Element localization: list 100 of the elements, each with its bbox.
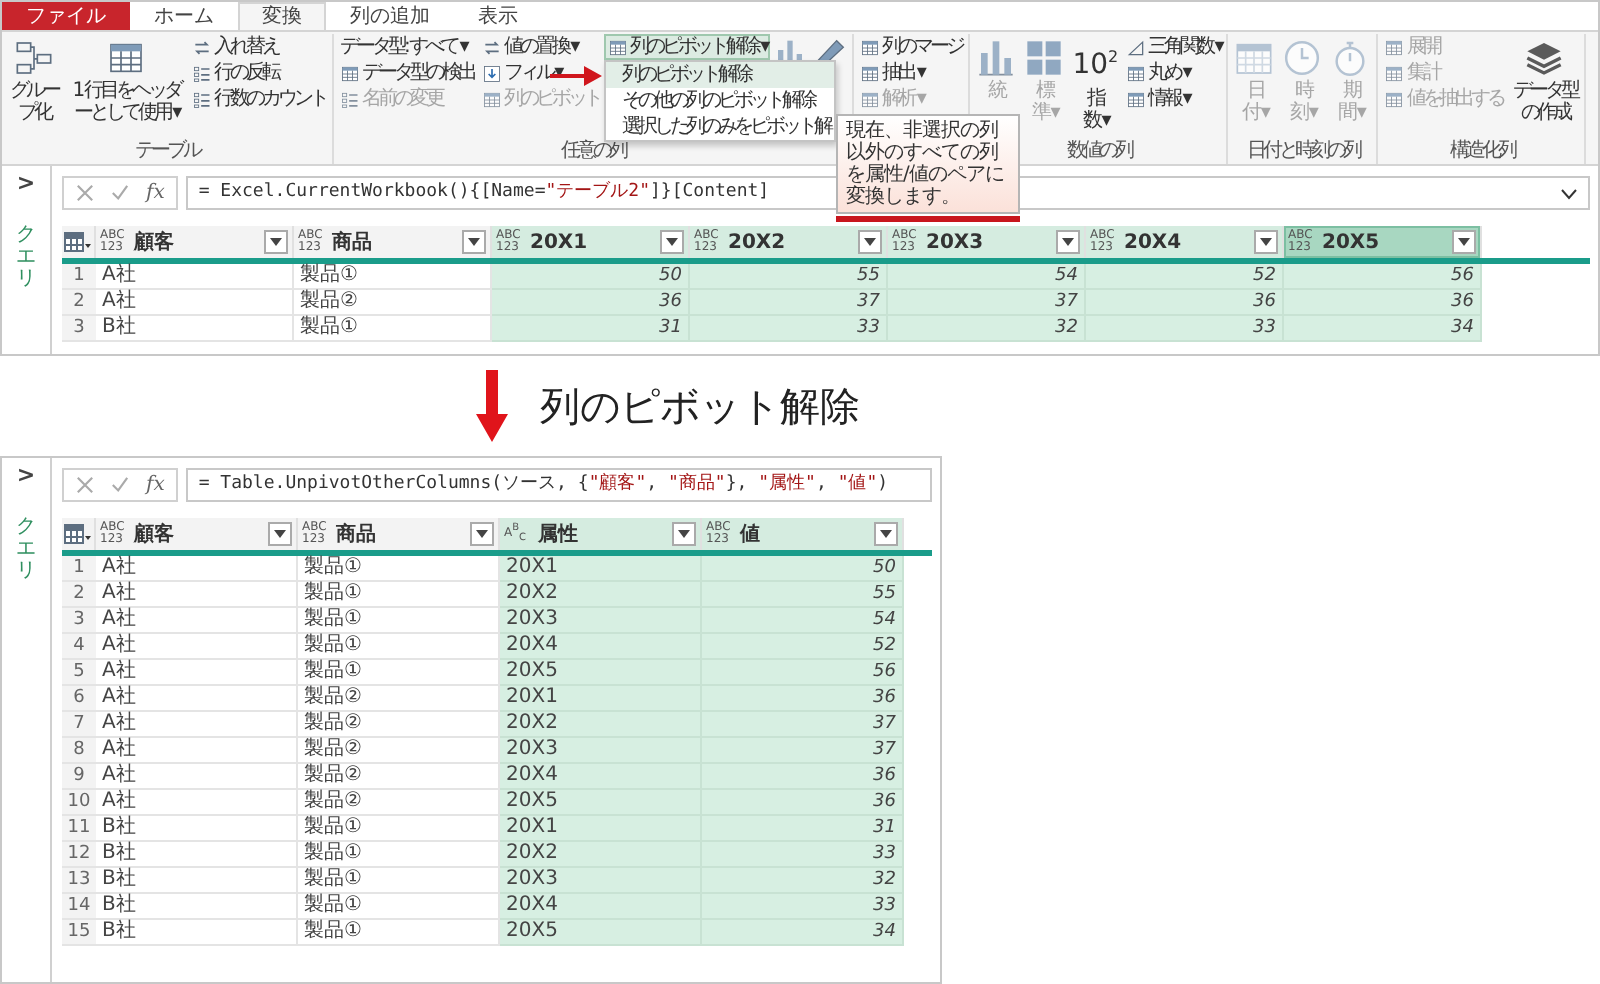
table-cell: 20X5 (500, 660, 702, 686)
filter-button[interactable] (660, 230, 684, 254)
table-cell: 33 (1086, 316, 1284, 342)
filter-button[interactable] (264, 230, 288, 254)
table-cell: 37 (888, 290, 1086, 316)
ribbon-button[interactable]: データ型の検出 (336, 60, 478, 86)
filter-button[interactable] (874, 522, 898, 546)
row-number: 13 (62, 868, 96, 894)
menu-item[interactable]: 列のピボット解除 (606, 62, 834, 88)
table-cell: 20X1 (500, 556, 702, 582)
caret-icon[interactable] (1560, 187, 1578, 199)
queries-pane-label[interactable]: クエリ (16, 224, 36, 290)
ribbon-button[interactable]: 行の反転 (188, 60, 282, 86)
table-cell: 55 (702, 582, 904, 608)
row-number: 3 (62, 316, 96, 342)
ribbon-tab[interactable]: ホーム (130, 2, 238, 30)
ribbon-tab[interactable]: ファイル (2, 2, 130, 30)
filter-button[interactable] (268, 522, 292, 546)
table-cell: 56 (1284, 264, 1482, 290)
ribbon-button[interactable]: 1 行目をヘッダーとして使用 ▾ (64, 34, 188, 128)
row-number: 4 (62, 634, 96, 660)
menu-item[interactable]: その他の列のピボット解除 (606, 88, 834, 114)
calendar-icon (1234, 38, 1275, 78)
table-cell: 34 (1284, 316, 1482, 342)
ribbon-button[interactable]: 情報 ▾ (1122, 86, 1193, 112)
table-cell: A社 (96, 686, 298, 712)
row-number: 3 (62, 608, 96, 634)
filter-button[interactable] (1452, 230, 1476, 254)
ribbon-button[interactable]: 三角関数 ▾ (1122, 34, 1225, 60)
squares-icon (1024, 38, 1065, 78)
menu-item[interactable]: 選択した列のみをピボット解 (606, 114, 834, 140)
filter-button[interactable] (462, 230, 486, 254)
rows-icon (192, 89, 212, 109)
table-cell: 20X1 (500, 686, 702, 712)
ribbon-tab[interactable]: 列の追加 (326, 2, 454, 30)
queries-pane-label[interactable]: クエリ (16, 516, 36, 582)
table-cell: 製品① (298, 920, 500, 946)
caret-icon (468, 238, 480, 246)
triangle-icon (1126, 37, 1147, 57)
step-caption: 列のピボット解除 (540, 379, 860, 433)
table-cell: 20X4 (500, 894, 702, 920)
table-cell: 36 (1086, 290, 1284, 316)
ribbon-button[interactable]: 10$^{2}$ 指数 ▾ (1068, 34, 1123, 136)
filter-button[interactable] (1056, 230, 1080, 254)
table-cell: 52 (702, 634, 904, 660)
expand-toggle[interactable]: > (16, 462, 36, 488)
group-label: テーブル (135, 140, 199, 164)
expand-toggle[interactable]: > (16, 170, 36, 196)
table-cell: 37 (690, 290, 888, 316)
table-cell: A社 (96, 712, 298, 738)
table-cell: A社 (96, 264, 294, 290)
filter-button[interactable] (470, 522, 494, 546)
ribbon-button[interactable]: 丸め ▾ (1122, 60, 1193, 86)
formula-field[interactable]: = Table.UnpivotOtherColumns(ソース, {"顧客", "商品"}, "属性", "値") (186, 468, 932, 502)
table-cell: 31 (492, 316, 690, 342)
table-cell: 32 (702, 868, 904, 894)
table-cell: 50 (702, 556, 904, 582)
group-label: 構造化列 (1449, 140, 1514, 164)
table-cell: 20X5 (500, 920, 702, 946)
fx-label[interactable]: fx (146, 182, 165, 204)
table-cell: 36 (1284, 290, 1482, 316)
row-number: 14 (62, 894, 96, 920)
table-menu-icon[interactable] (64, 524, 92, 544)
table-cell: 36 (492, 290, 690, 316)
ribbon-button[interactable]: 列のマージ (856, 34, 967, 60)
table-cell: A社 (96, 290, 294, 316)
ribbon-button[interactable]: 抽出 ▾ (856, 60, 927, 86)
table-cell: A社 (96, 660, 298, 686)
grid-icon (1126, 63, 1147, 83)
filter-button[interactable] (1254, 230, 1278, 254)
table-cell: 37 (702, 712, 904, 738)
caret-icon (270, 238, 282, 246)
table-menu-icon[interactable] (64, 232, 92, 252)
grid-icon (860, 37, 881, 57)
table-cell: A社 (96, 634, 298, 660)
table-cell: A社 (96, 790, 298, 816)
table-cell: A社 (96, 764, 298, 790)
fx-label[interactable]: fx (146, 474, 165, 496)
row-number: 15 (62, 920, 96, 946)
ribbon-button[interactable]: 値の置換 ▾ (478, 34, 581, 60)
caret-icon (678, 530, 690, 538)
ribbon-button[interactable]: 列のピボット解除 ▾ (604, 34, 771, 60)
check-icon[interactable] (110, 184, 130, 202)
ribbon-button[interactable]: グループ化 (4, 34, 64, 128)
ribbon-button[interactable]: データ型: すべて ▾ (336, 34, 470, 60)
row-number: 7 (62, 712, 96, 738)
ribbon-tab[interactable]: 変換 (238, 2, 326, 30)
ribbon-tab[interactable]: 表示 (454, 2, 542, 30)
check-icon[interactable] (110, 476, 130, 494)
caret-icon (1260, 238, 1272, 246)
ribbon-button[interactable]: データ型の作成 (1506, 34, 1583, 128)
table-cell: 36 (702, 686, 904, 712)
filter-button[interactable] (858, 230, 882, 254)
table-cell: 33 (702, 894, 904, 920)
ribbon-button[interactable]: 行数のカウント (188, 86, 330, 112)
ribbon-button[interactable]: 入れ替え (188, 34, 282, 60)
table-cell: A社 (96, 556, 298, 582)
filter-button[interactable] (672, 522, 696, 546)
table-cell: A社 (96, 738, 298, 764)
row-number: 1 (62, 556, 96, 582)
